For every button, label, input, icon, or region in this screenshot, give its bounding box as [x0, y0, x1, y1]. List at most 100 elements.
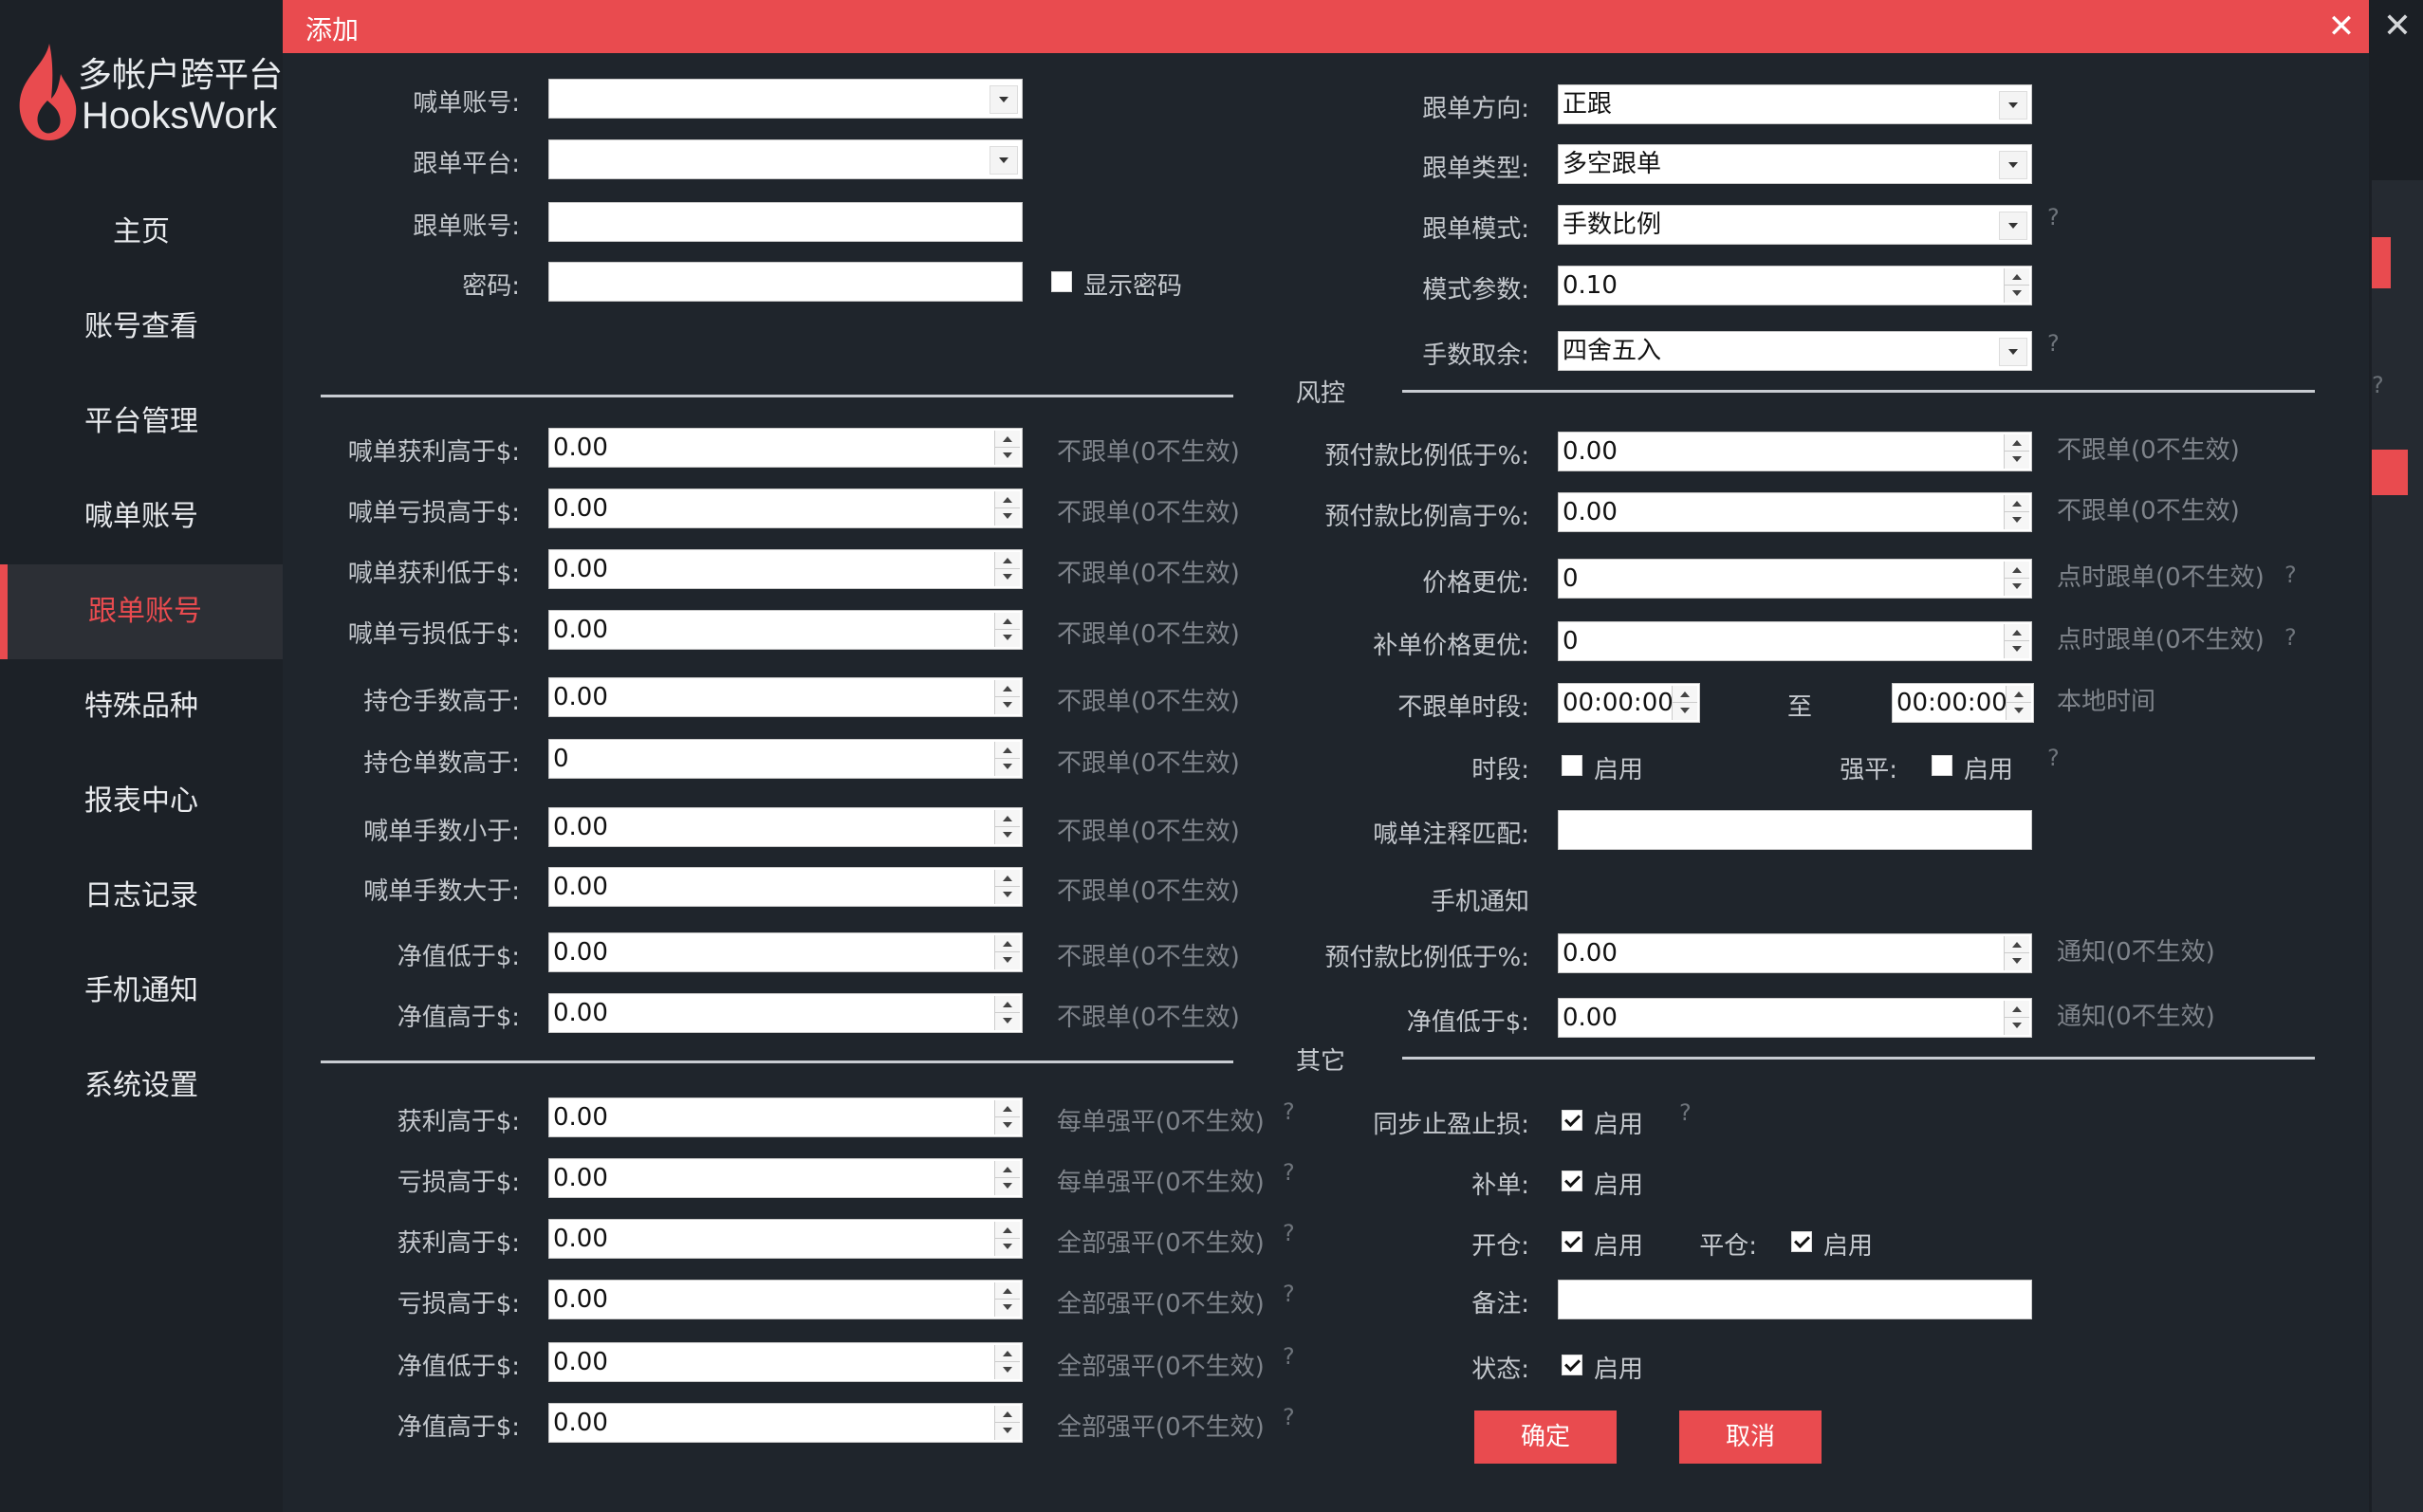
spin-down-icon[interactable] [2005, 286, 2029, 302]
spin-down-icon[interactable] [1673, 703, 1697, 719]
spin-up-icon[interactable] [995, 431, 1020, 448]
lot-rounding-select[interactable]: 四舍五入 [1558, 331, 2032, 371]
spin-up-icon[interactable] [995, 870, 1020, 887]
risk-input[interactable]: 0.00 [548, 428, 1023, 468]
sidebar-item-accounts-view[interactable]: 账号查看 [0, 280, 283, 375]
show-password-checkbox[interactable] [1051, 271, 1072, 292]
period-to-input[interactable]: 00:00:00 [1892, 683, 2034, 723]
follow-direction-select[interactable]: 正跟 [1558, 84, 2032, 124]
help-icon[interactable]: ? [1283, 1159, 1295, 1186]
spin-down-icon[interactable] [995, 448, 1020, 464]
spin-up-icon[interactable] [995, 996, 1020, 1013]
status-checkbox[interactable] [1562, 1355, 1582, 1375]
spinner[interactable] [2004, 495, 2029, 529]
chevron-down-icon[interactable] [1999, 338, 2027, 366]
spin-up-icon[interactable] [995, 680, 1020, 697]
spin-down-icon[interactable] [995, 952, 1020, 968]
spin-down-icon[interactable] [995, 887, 1020, 903]
help-icon[interactable]: ? [1283, 1281, 1295, 1307]
close-input[interactable]: 0.00 [548, 1342, 1023, 1382]
spin-down-icon[interactable] [995, 1239, 1020, 1255]
notify-input[interactable]: 0.00 [1558, 933, 2032, 973]
cancel-button[interactable]: 取消 [1679, 1411, 1822, 1464]
window-close-icon[interactable]: ✕ [2378, 8, 2416, 46]
spin-down-icon[interactable] [995, 697, 1020, 713]
spinner[interactable] [994, 552, 1020, 586]
help-icon[interactable]: ? [2284, 562, 2297, 588]
spinner[interactable] [994, 1406, 1020, 1440]
spinner[interactable] [994, 680, 1020, 714]
spin-down-icon[interactable] [2005, 1018, 2029, 1034]
close-icon[interactable]: ✕ [2322, 9, 2360, 44]
risk-input[interactable]: 0.00 [1558, 492, 2032, 532]
spin-down-icon[interactable] [2005, 452, 2029, 468]
risk-input[interactable]: 0 [548, 739, 1023, 779]
spinner[interactable] [1672, 686, 1697, 720]
chevron-down-icon[interactable] [1999, 91, 2027, 120]
spin-up-icon[interactable] [995, 810, 1020, 827]
password-input[interactable] [548, 262, 1023, 302]
spinner[interactable] [994, 1222, 1020, 1256]
open-position-checkbox[interactable] [1562, 1231, 1582, 1252]
sidebar-item-home[interactable]: 主页 [0, 185, 283, 280]
help-icon[interactable]: ? [1283, 1404, 1295, 1430]
spin-up-icon[interactable] [995, 1345, 1020, 1362]
spin-down-icon[interactable] [995, 1117, 1020, 1134]
spin-up-icon[interactable] [995, 935, 1020, 952]
help-icon[interactable]: ? [2284, 624, 2297, 651]
spinner[interactable] [994, 742, 1020, 776]
remark-input[interactable] [1558, 1280, 2032, 1319]
spinner[interactable] [994, 1282, 1020, 1317]
spin-up-icon[interactable] [2005, 495, 2029, 512]
spin-down-icon[interactable] [995, 827, 1020, 843]
sync-tp-sl-checkbox[interactable] [1562, 1110, 1582, 1131]
spinner[interactable] [2004, 562, 2029, 596]
spin-down-icon[interactable] [995, 1423, 1020, 1439]
spinner[interactable] [994, 1161, 1020, 1195]
spin-down-icon[interactable] [995, 1013, 1020, 1029]
spinner[interactable] [994, 613, 1020, 647]
help-icon[interactable]: ? [1679, 1099, 1692, 1126]
spinner[interactable] [994, 431, 1020, 465]
spin-up-icon[interactable] [995, 1100, 1020, 1117]
chevron-down-icon[interactable] [990, 146, 1018, 175]
spin-down-icon[interactable] [2007, 703, 2031, 719]
spin-down-icon[interactable] [995, 1362, 1020, 1378]
spin-up-icon[interactable] [995, 1282, 1020, 1300]
risk-input[interactable]: 0.00 [548, 677, 1023, 717]
spinner[interactable] [2006, 686, 2031, 720]
risk-input[interactable]: 0.00 [548, 610, 1023, 650]
spin-up-icon[interactable] [995, 491, 1020, 508]
spin-up-icon[interactable] [2005, 1001, 2029, 1018]
follow-platform-select[interactable] [548, 139, 1023, 179]
spinner[interactable] [994, 935, 1020, 969]
risk-input[interactable]: 0.00 [548, 489, 1023, 528]
spin-up-icon[interactable] [995, 1161, 1020, 1178]
risk-input[interactable]: 0 [1558, 559, 2032, 599]
spinner[interactable] [2004, 268, 2029, 303]
risk-input[interactable]: 0.00 [548, 549, 1023, 589]
close-input[interactable]: 0.00 [548, 1219, 1023, 1259]
close-input[interactable]: 0.00 [548, 1158, 1023, 1198]
spinner[interactable] [2004, 1001, 2029, 1035]
risk-input[interactable]: 0.00 [548, 807, 1023, 847]
help-icon[interactable]: ? [2047, 745, 2060, 771]
spinner[interactable] [994, 810, 1020, 844]
spinner[interactable] [2004, 624, 2029, 658]
spinner[interactable] [994, 996, 1020, 1030]
spinner[interactable] [994, 491, 1020, 526]
help-icon[interactable]: ? [2047, 330, 2060, 357]
spin-up-icon[interactable] [2005, 562, 2029, 579]
spin-down-icon[interactable] [995, 630, 1020, 646]
spin-up-icon[interactable] [2005, 434, 2029, 452]
spin-down-icon[interactable] [2005, 512, 2029, 528]
spin-up-icon[interactable] [2005, 936, 2029, 953]
confirm-button[interactable]: 确定 [1474, 1411, 1617, 1464]
chevron-down-icon[interactable] [990, 85, 1018, 114]
close-input[interactable]: 0.00 [548, 1403, 1023, 1443]
notify-input[interactable]: 0.00 [1558, 998, 2032, 1038]
spin-down-icon[interactable] [995, 1300, 1020, 1316]
spin-down-icon[interactable] [2005, 953, 2029, 969]
spin-up-icon[interactable] [995, 742, 1020, 759]
spin-down-icon[interactable] [2005, 641, 2029, 657]
